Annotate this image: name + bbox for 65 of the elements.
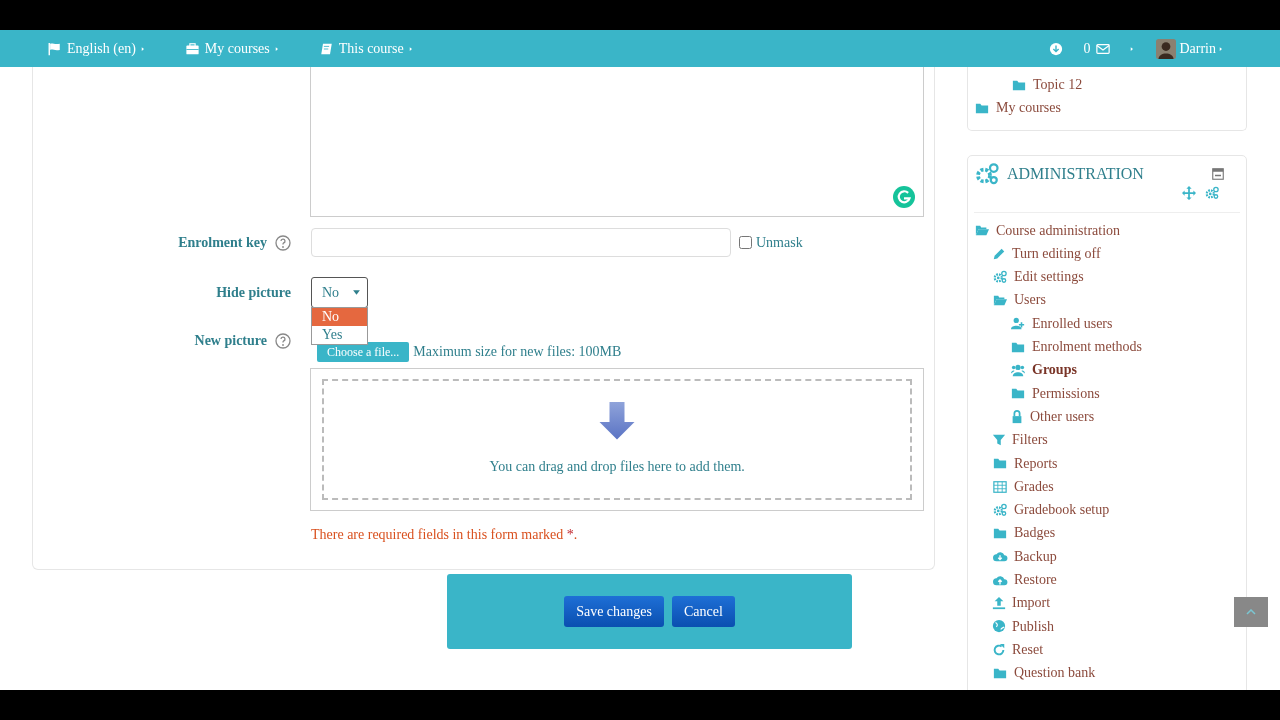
- tree-item[interactable]: Other users: [1010, 404, 1095, 429]
- briefcase-icon: [184, 41, 200, 56]
- minimize-icon[interactable]: [1212, 167, 1224, 180]
- refresh-icon: [992, 642, 1006, 657]
- pencil-icon: [992, 246, 1006, 261]
- tree-item[interactable]: Filters: [992, 428, 1048, 452]
- flag-icon: [47, 41, 62, 56]
- avatar-icon: [1156, 38, 1177, 59]
- chevron-up-icon: [1246, 609, 1256, 615]
- drop-zone[interactable]: You can drag and drop files here to add them.: [322, 379, 912, 500]
- lock-icon: [1010, 409, 1024, 424]
- enrolment-key-field[interactable]: [311, 228, 731, 257]
- tree-item[interactable]: Import: [992, 591, 1051, 615]
- upload-icon: [992, 596, 1006, 610]
- caret-icon: [352, 288, 361, 297]
- tree-item[interactable]: Permissions: [1010, 381, 1100, 405]
- tree-item[interactable]: Reset: [992, 637, 1044, 662]
- move-icon[interactable]: [1182, 185, 1196, 200]
- tree-item[interactable]: Question bank: [992, 661, 1096, 685]
- unmask-checkbox[interactable]: [739, 236, 752, 249]
- field-label: Enrolment key: [178, 234, 267, 252]
- tree-item[interactable]: Users: [992, 288, 1046, 312]
- tree-item[interactable]: Enrolment methods: [1010, 335, 1143, 359]
- gears-icon: [992, 502, 1008, 517]
- tree-item[interactable]: Groups: [1010, 358, 1077, 382]
- user-plus-icon: [1010, 316, 1026, 331]
- cloud-download-icon: [992, 549, 1008, 564]
- filter-icon: [992, 432, 1006, 447]
- tree-item[interactable]: Edit settings: [992, 265, 1084, 289]
- field-label: Hide picture: [216, 284, 291, 302]
- gears-icon: [974, 161, 1000, 186]
- tree-item[interactable]: Badges: [992, 521, 1056, 545]
- globe-icon: [992, 619, 1006, 634]
- max-size-text: Maximum size for new files: 100MB: [413, 342, 622, 361]
- table-icon: [992, 479, 1008, 494]
- grammar-icon: [893, 186, 915, 208]
- block-title: ADMINISTRATION: [1007, 163, 1144, 184]
- download-icon[interactable]: [1049, 41, 1064, 56]
- field-label: New picture: [194, 332, 267, 350]
- envelope-icon: [1095, 41, 1112, 56]
- dropdown-option[interactable]: Yes: [312, 326, 367, 344]
- tree-item[interactable]: Restore: [992, 568, 1057, 592]
- gears-icon: [992, 269, 1008, 284]
- cancel-button[interactable]: Cancel: [671, 596, 735, 627]
- select-field[interactable]: No: [311, 277, 368, 308]
- tree-item[interactable]: Reports: [992, 451, 1058, 475]
- tree-item[interactable]: Course administration: [974, 218, 1121, 242]
- save-button[interactable]: Save changes: [564, 596, 664, 627]
- tree-item[interactable]: Grades: [992, 474, 1054, 499]
- tree-item[interactable]: Turn editing off: [992, 241, 1101, 266]
- drop-hint: You can drag and drop files here to add them.: [489, 458, 745, 476]
- tree-item[interactable]: Publish: [992, 614, 1054, 638]
- checkbox-label[interactable]: Unmask: [756, 232, 803, 253]
- help-icon: [275, 332, 291, 349]
- tree-item[interactable]: Topic 12: [1011, 73, 1083, 97]
- tree-item[interactable]: Gradebook setup: [992, 498, 1110, 522]
- required-note: There are required fields in this form marked *.: [311, 526, 578, 544]
- tree-item[interactable]: Enrolled users: [1010, 311, 1113, 336]
- tree-item[interactable]: My courses: [974, 96, 1061, 120]
- help-icon: [275, 234, 291, 251]
- users-icon: [1010, 363, 1026, 377]
- scroll-top-button[interactable]: [1234, 597, 1268, 627]
- gears-icon[interactable]: [1204, 185, 1220, 200]
- book-icon: [318, 41, 334, 56]
- tree-item[interactable]: Backup: [992, 544, 1057, 569]
